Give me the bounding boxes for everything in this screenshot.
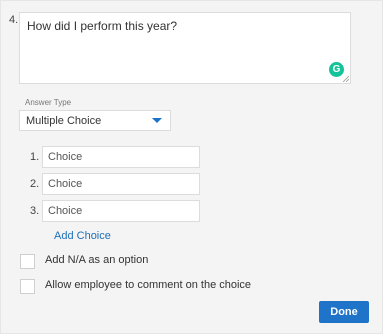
choice-number: 3. <box>30 205 40 217</box>
done-button[interactable]: Done <box>319 301 369 323</box>
answer-type-select[interactable]: Multiple Choice <box>19 110 171 131</box>
choice-number: 2. <box>30 178 40 190</box>
choice-input[interactable]: Choice <box>42 146 200 168</box>
resize-handle-icon[interactable] <box>342 75 349 82</box>
caret-down-icon <box>152 118 162 123</box>
answer-type-label: Answer Type <box>25 98 72 107</box>
choice-input[interactable]: Choice <box>42 200 200 222</box>
comment-option-label[interactable]: Allow employee to comment on the choice <box>45 279 251 291</box>
question-number: 4. <box>9 14 19 26</box>
choice-input[interactable]: Choice <box>42 173 200 195</box>
comment-option-checkbox[interactable] <box>20 279 35 294</box>
add-choice-link[interactable]: Add Choice <box>54 230 111 242</box>
question-text[interactable]: How did I perform this year? <box>27 19 177 33</box>
na-option-label[interactable]: Add N/A as an option <box>45 254 148 266</box>
question-text-area[interactable]: How did I perform this year? G <box>19 12 351 84</box>
answer-type-value: Multiple Choice <box>26 115 102 127</box>
na-option-checkbox[interactable] <box>20 254 35 269</box>
question-editor-panel: 4. How did I perform this year? G Answer… <box>0 0 383 334</box>
choice-number: 1. <box>30 151 40 163</box>
